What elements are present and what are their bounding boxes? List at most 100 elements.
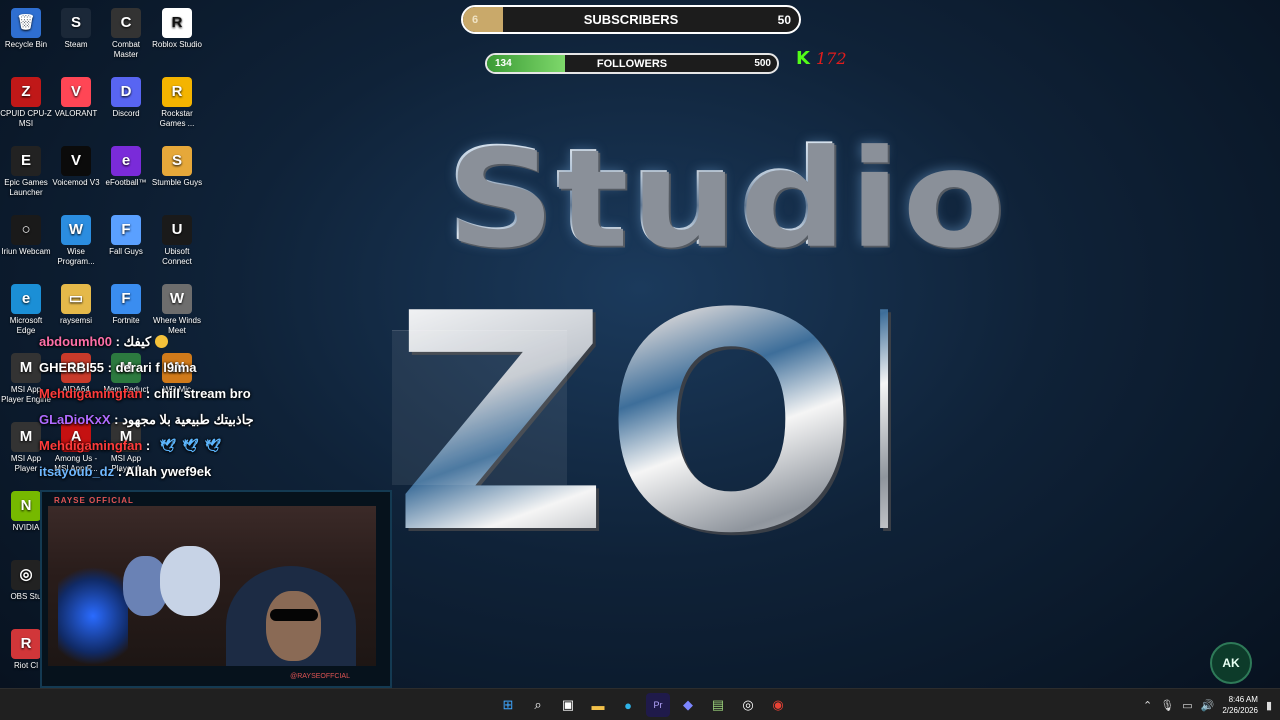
desktop-icon[interactable]: C Combat Master: [100, 4, 152, 60]
ak-corner-logo-text: AK: [1222, 656, 1240, 670]
clock-time: 8:46 AM: [1228, 695, 1258, 704]
desktop-icon[interactable]: F Fortnite: [100, 280, 152, 326]
file-explorer-icon[interactable]: ▬: [586, 693, 610, 717]
desktop-icon[interactable]: D Discord: [100, 73, 152, 119]
heart-eyes-emoji-icon: [155, 335, 169, 348]
chat-username: abdoumh00: [39, 334, 112, 349]
plush-bear: [160, 546, 220, 616]
chat-text: جاذبيتك طبيعية بلا مجهود: [122, 412, 254, 427]
task-view-icon[interactable]: ▣: [556, 693, 580, 717]
discord-icon[interactable]: ◆: [676, 693, 700, 717]
desktop-icon[interactable]: U Ubisoft Connect: [151, 211, 203, 267]
desktop-icon[interactable]: F Fall Guys: [100, 211, 152, 257]
desktop-icon[interactable]: 🗑 Recycle Bin: [0, 4, 52, 50]
desktop-icon[interactable]: S Steam: [50, 4, 102, 50]
windows-start-icon[interactable]: ⊞: [496, 693, 520, 717]
chat-text: derari f l9ima: [115, 360, 197, 375]
chat-separator: :: [142, 438, 154, 453]
stumble-guys-icon: S: [162, 146, 192, 176]
desktop-icon[interactable]: Z CPUID CPU-Z MSI: [0, 73, 52, 129]
nvidia-icon: N: [11, 491, 41, 521]
desktop-icon[interactable]: V Voicemod V3: [50, 142, 102, 188]
chat-separator: :: [111, 334, 124, 349]
bird-emoji-icon: 🕊: [182, 438, 199, 453]
streamer-face: [266, 591, 321, 661]
desktop-icon[interactable]: ○ Iriun Webcam: [0, 211, 52, 257]
chat-username: GLaDioKxX: [39, 412, 111, 427]
system-tray: ⌃ 🎙 ▭ 🔊 8:46 AM 2/26/2026 ▮: [1143, 689, 1272, 720]
taskbar-apps: ⊞ ⌕ ▣ ▬ ● Pr ◆ ▤ ◎ ◉: [496, 689, 790, 720]
chat-username: Mehdigamingfan: [39, 386, 143, 401]
chat-text: chill stream bro: [153, 386, 251, 401]
search-icon[interactable]: ⌕: [526, 693, 550, 717]
epic-games-icon: E: [11, 146, 41, 176]
desktop-icon-label: raysemsi: [59, 316, 92, 325]
kick-logo-icon: K: [796, 48, 810, 69]
obs-icon[interactable]: ◎: [736, 693, 760, 717]
folder-icon: ▭: [61, 284, 91, 314]
ubisoft-icon: U: [162, 215, 192, 245]
desktop-icon[interactable]: R Roblox Studio: [151, 4, 203, 50]
desktop-icon-label: Steam: [64, 40, 88, 49]
ak-corner-logo: AK: [1210, 642, 1252, 684]
desktop-icon[interactable]: W Wise Program...: [50, 211, 102, 267]
roblox-studio-icon: R: [162, 8, 192, 38]
desktop-icon[interactable]: V VALORANT: [50, 73, 102, 119]
desktop-icon[interactable]: S Stumble Guys: [151, 142, 203, 188]
desktop-icon[interactable]: ▭ raysemsi: [50, 280, 102, 326]
subscribers-goal-bar: 6 SUBSCRIBERS 50: [461, 5, 801, 34]
chat-separator: :: [110, 412, 123, 427]
desktop-icon-label: Discord: [112, 109, 140, 118]
rockstar-icon: R: [162, 77, 192, 107]
cpuz-icon: Z: [11, 77, 41, 107]
microphone-icon[interactable]: 🎙: [1160, 699, 1174, 712]
chat-username: GHERBI55: [39, 360, 105, 375]
kick-viewer-badge: K 172: [796, 48, 847, 69]
chat-username: itsayoub_dz: [39, 464, 115, 479]
desktop-icon-label: Fortnite: [112, 316, 140, 325]
bird-emoji-icon: 🕊: [159, 438, 177, 453]
chrome-icon[interactable]: ◉: [766, 693, 790, 717]
desktop-icon-label: Voicemod V3: [52, 178, 100, 187]
studio-logo-text: Studio: [445, 119, 1006, 277]
taskbar: ⊞ ⌕ ▣ ▬ ● Pr ◆ ▤ ◎ ◉ ⌃ 🎙 ▭ 🔊 8:46 AM 2/2…: [0, 688, 1280, 720]
desktop-icon[interactable]: e eFootball™: [100, 142, 152, 188]
iriun-webcam-icon: ○: [11, 215, 41, 245]
desktop-icon-label: VALORANT: [54, 109, 98, 118]
chat-message: Mehdigamingfan : 🕊 🕊 🕊: [39, 437, 399, 463]
riot-client-icon: R: [11, 629, 41, 659]
efootball-icon: e: [111, 146, 141, 176]
network-icon[interactable]: ▭: [1182, 699, 1192, 712]
terminal-icon[interactable]: ▤: [706, 693, 730, 717]
premiere-icon[interactable]: Pr: [646, 693, 670, 717]
chat-separator: :: [104, 360, 116, 375]
desktop-icon[interactable]: e Microsoft Edge: [0, 280, 52, 336]
edge-icon: e: [11, 284, 41, 314]
discord-icon: D: [111, 77, 141, 107]
chat-separator: :: [142, 386, 154, 401]
notification-icon[interactable]: ▮: [1266, 699, 1272, 712]
valorant-icon: V: [61, 77, 91, 107]
desktop-icon[interactable]: E Epic Games Launcher: [0, 142, 52, 198]
chat-text: كيفك: [123, 334, 152, 349]
desktop-icon[interactable]: W Where Winds Meet: [151, 280, 203, 336]
desktop-icon-label: Rockstar Games ...: [159, 109, 195, 128]
chat-message: GHERBI55 : derari f l9ima: [39, 359, 399, 385]
chat-message: itsayoub_dz : Allah ywef9ek: [39, 463, 399, 489]
webcam-handle: @RAYSEOFFCIAL: [290, 673, 350, 680]
desktop-icon-label: Roblox Studio: [152, 40, 202, 49]
voicemod-icon: V: [61, 146, 91, 176]
desktop-icon-label: Fall Guys: [109, 247, 143, 256]
chat-username: Mehdigamingfan: [39, 438, 143, 453]
volume-icon[interactable]: 🔊: [1201, 699, 1215, 712]
chevron-up-icon[interactable]: ⌃: [1143, 699, 1152, 712]
clock[interactable]: 8:46 AM 2/26/2026: [1222, 694, 1258, 716]
kick-viewer-count: 172: [815, 49, 847, 68]
chat-text: Allah ywef9ek: [125, 464, 212, 479]
chat-message: abdoumh00 : كيفك: [39, 333, 399, 359]
fall-guys-icon: F: [111, 215, 141, 245]
blue-light: [58, 566, 128, 666]
edge-icon[interactable]: ●: [616, 693, 640, 717]
desktop-icon[interactable]: R Rockstar Games ...: [151, 73, 203, 129]
subscribers-label: SUBSCRIBERS: [583, 12, 679, 27]
